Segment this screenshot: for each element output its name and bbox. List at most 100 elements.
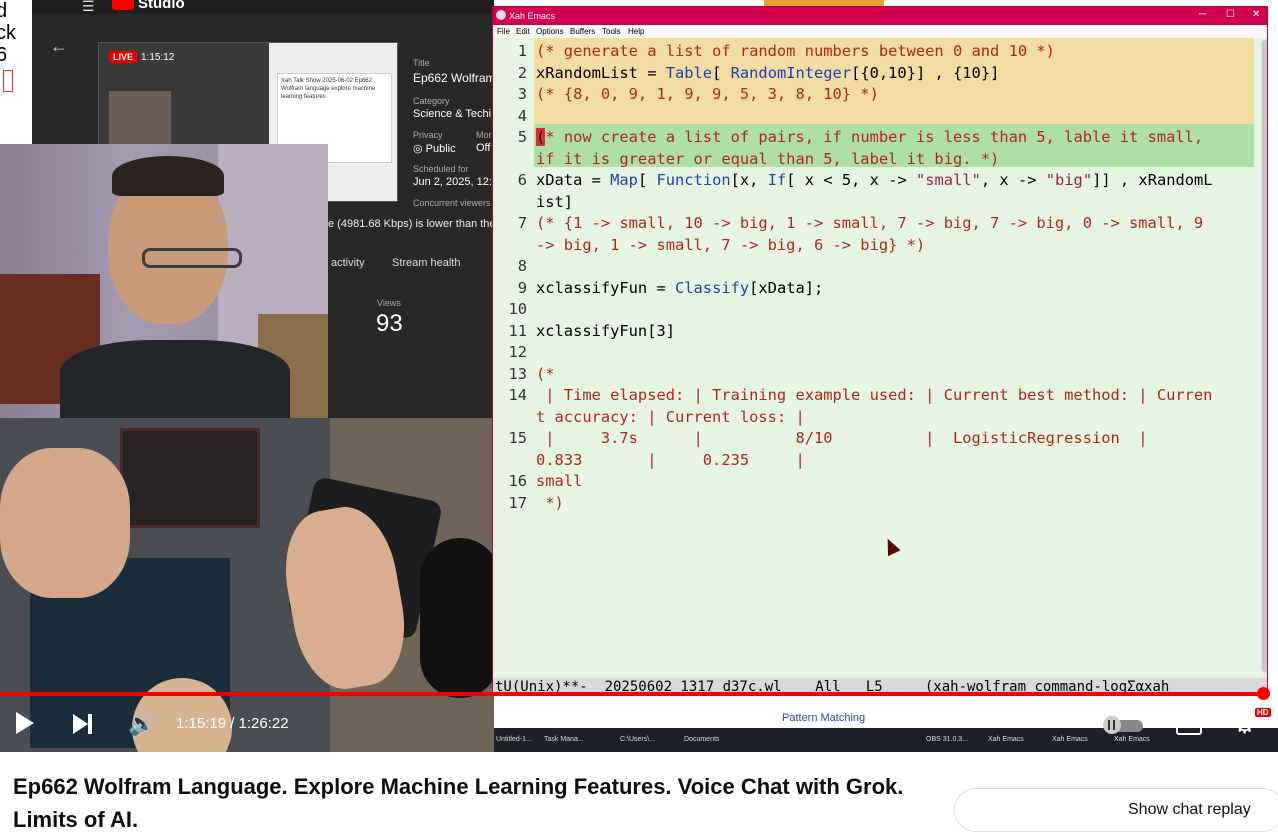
line-number: 6 [517,171,527,189]
volume-icon[interactable]: 🔊 [128,713,155,735]
menu-buffers[interactable]: Buffers [570,27,595,36]
code-token: [x, [730,171,768,189]
youtube-logo-icon [112,0,134,10]
more-value: Off [476,142,491,154]
code-line: t accuracy: | Current loss: | [536,408,805,426]
code-token: small [536,472,583,490]
time-display: 1:15:19 / 1:26:22 [176,715,289,732]
emacs-title: Xah Emacs [509,11,556,21]
code-token: (* {1 -> small, 10 -> big, 1 -> small, 7… [536,214,1204,232]
minimize-icon[interactable]: ─ [1199,9,1206,20]
category-value: Science & Techi [413,108,492,120]
code-line: small [536,472,582,490]
code-line: | 3.7s | 8/10 | LogisticRegression | [536,429,1147,447]
scrollbar-thumb[interactable] [1262,40,1267,672]
code-line: xclassifyFun[3] [536,322,675,340]
code-line: xRandomList = Table[ RandomInteger[{0,10… [536,64,999,82]
editor-scrollbar[interactable] [1261,38,1267,678]
line-number: 4 [517,106,527,125]
webcam-view [0,144,328,418]
video-player[interactable]: d ck 6 ☰ Studio ← LIVE 1:15:12 Xah Talk … [0,0,1278,752]
code-token: Table [665,63,713,82]
code-token: 0.833 | 0.235 | [536,450,805,469]
line-number: 14 [508,386,527,404]
code-token: xRandomList = [536,63,666,82]
code-token: Classify [675,278,750,297]
webcam-glasses [142,248,242,268]
next-triangle [73,714,88,734]
next-bar [88,714,92,734]
code-token: ist] [536,192,574,211]
play-icon[interactable] [16,712,34,734]
code-token: If [767,171,787,189]
menu-tools[interactable]: Tools [602,27,621,36]
webcam-hair [112,156,224,196]
editor-buffer[interactable]: 1 (* generate a list of random numbers be… [493,38,1261,678]
studio-logo: Studio [112,0,185,12]
next-icon[interactable] [73,714,95,734]
code-token: ( [536,128,546,146]
line-number: 3 [517,85,527,103]
desk-keyboard [120,428,260,528]
menu-options[interactable]: Options [536,27,564,36]
maximize-icon[interactable]: ☐ [1226,9,1235,20]
line-number: 15 [508,429,527,447]
line-number: 12 [508,343,527,361]
code-token: if it is greater or equal than 5, label … [536,149,1000,168]
code-line: xclassifyFun = Classify[xData]; [536,279,823,297]
code-token: "small" [916,171,981,189]
code-line: -> big, 1 -> small, 7 -> big, 6 -> big} … [536,236,925,254]
emacs-titlebar: Xah Emacs ─ ☐ ✕ [493,7,1267,25]
menu-help[interactable]: Help [628,27,644,36]
menu-file[interactable]: File [497,27,510,36]
progress-scrubber[interactable] [1257,687,1270,700]
progress-bar[interactable] [0,692,1260,696]
code-token: [ [712,63,731,82]
settings-icon[interactable]: ⚙ [1233,709,1256,739]
line-number: 13 [508,364,527,383]
code-token: ]] , xRandomL [1092,171,1213,189]
show-chat-replay-button[interactable]: Show chat replay [954,788,1278,832]
concurrent-label: Concurrent viewers [413,198,491,208]
code-token: RandomInteger [730,63,852,82]
code-token: (* [536,364,555,383]
scheduled-label: Scheduled for [413,164,469,174]
title-value: Ep662 Wolfram [413,71,494,85]
toggle-knob [1103,716,1121,734]
code-token: * now create a list of pairs, if number … [545,128,1204,146]
emacs-menubar: File Edit Options Buffers Tools Help [493,25,1267,38]
line-number: 1 [517,42,527,60]
line-number: 11 [508,321,527,340]
code-token: [ x < 5, x -> [786,171,916,189]
webcam-shirt [60,340,290,418]
views-value: 93 [376,310,403,337]
code-token: | Time elapsed: | Training example used:… [536,386,1213,404]
cc-icon[interactable]: CC [1176,716,1202,735]
line-number: 5 [517,128,527,146]
code-token: *) [536,493,564,512]
code-token: (* generate a list of random numbers bet… [536,42,1055,60]
bitrate-warning: e (4981.68 Kbps) is lower than the [328,218,494,230]
code-line: 0.833 | 0.235 | [536,451,805,469]
privacy-label: Privacy [413,130,443,140]
code-line: (* [536,365,555,383]
privacy-value: ◎ Public [413,142,456,155]
tab-stream-health: Stream health [392,257,461,269]
line-number: 10 [508,300,527,318]
back-arrow-icon: ← [50,36,68,56]
strip-line: 6 [0,44,8,66]
code-token: xclassifyFun = [536,278,675,297]
close-icon[interactable]: ✕ [1252,9,1260,20]
more-label: Mor [476,130,492,140]
autoplay-toggle[interactable] [1101,716,1145,734]
video-title: Ep662 Wolfram Language. Explore Machine … [13,774,904,832]
strip-line: d [0,0,8,22]
menu-edit[interactable]: Edit [516,27,530,36]
desk-hand-left [0,448,130,598]
code-token: [ [637,171,657,189]
line-number: 2 [517,63,527,82]
code-line: ist] [536,193,573,211]
line-number: 17 [508,493,527,512]
tab-activity: activity [331,257,365,269]
code-token: xclassifyFun[3] [536,321,675,340]
